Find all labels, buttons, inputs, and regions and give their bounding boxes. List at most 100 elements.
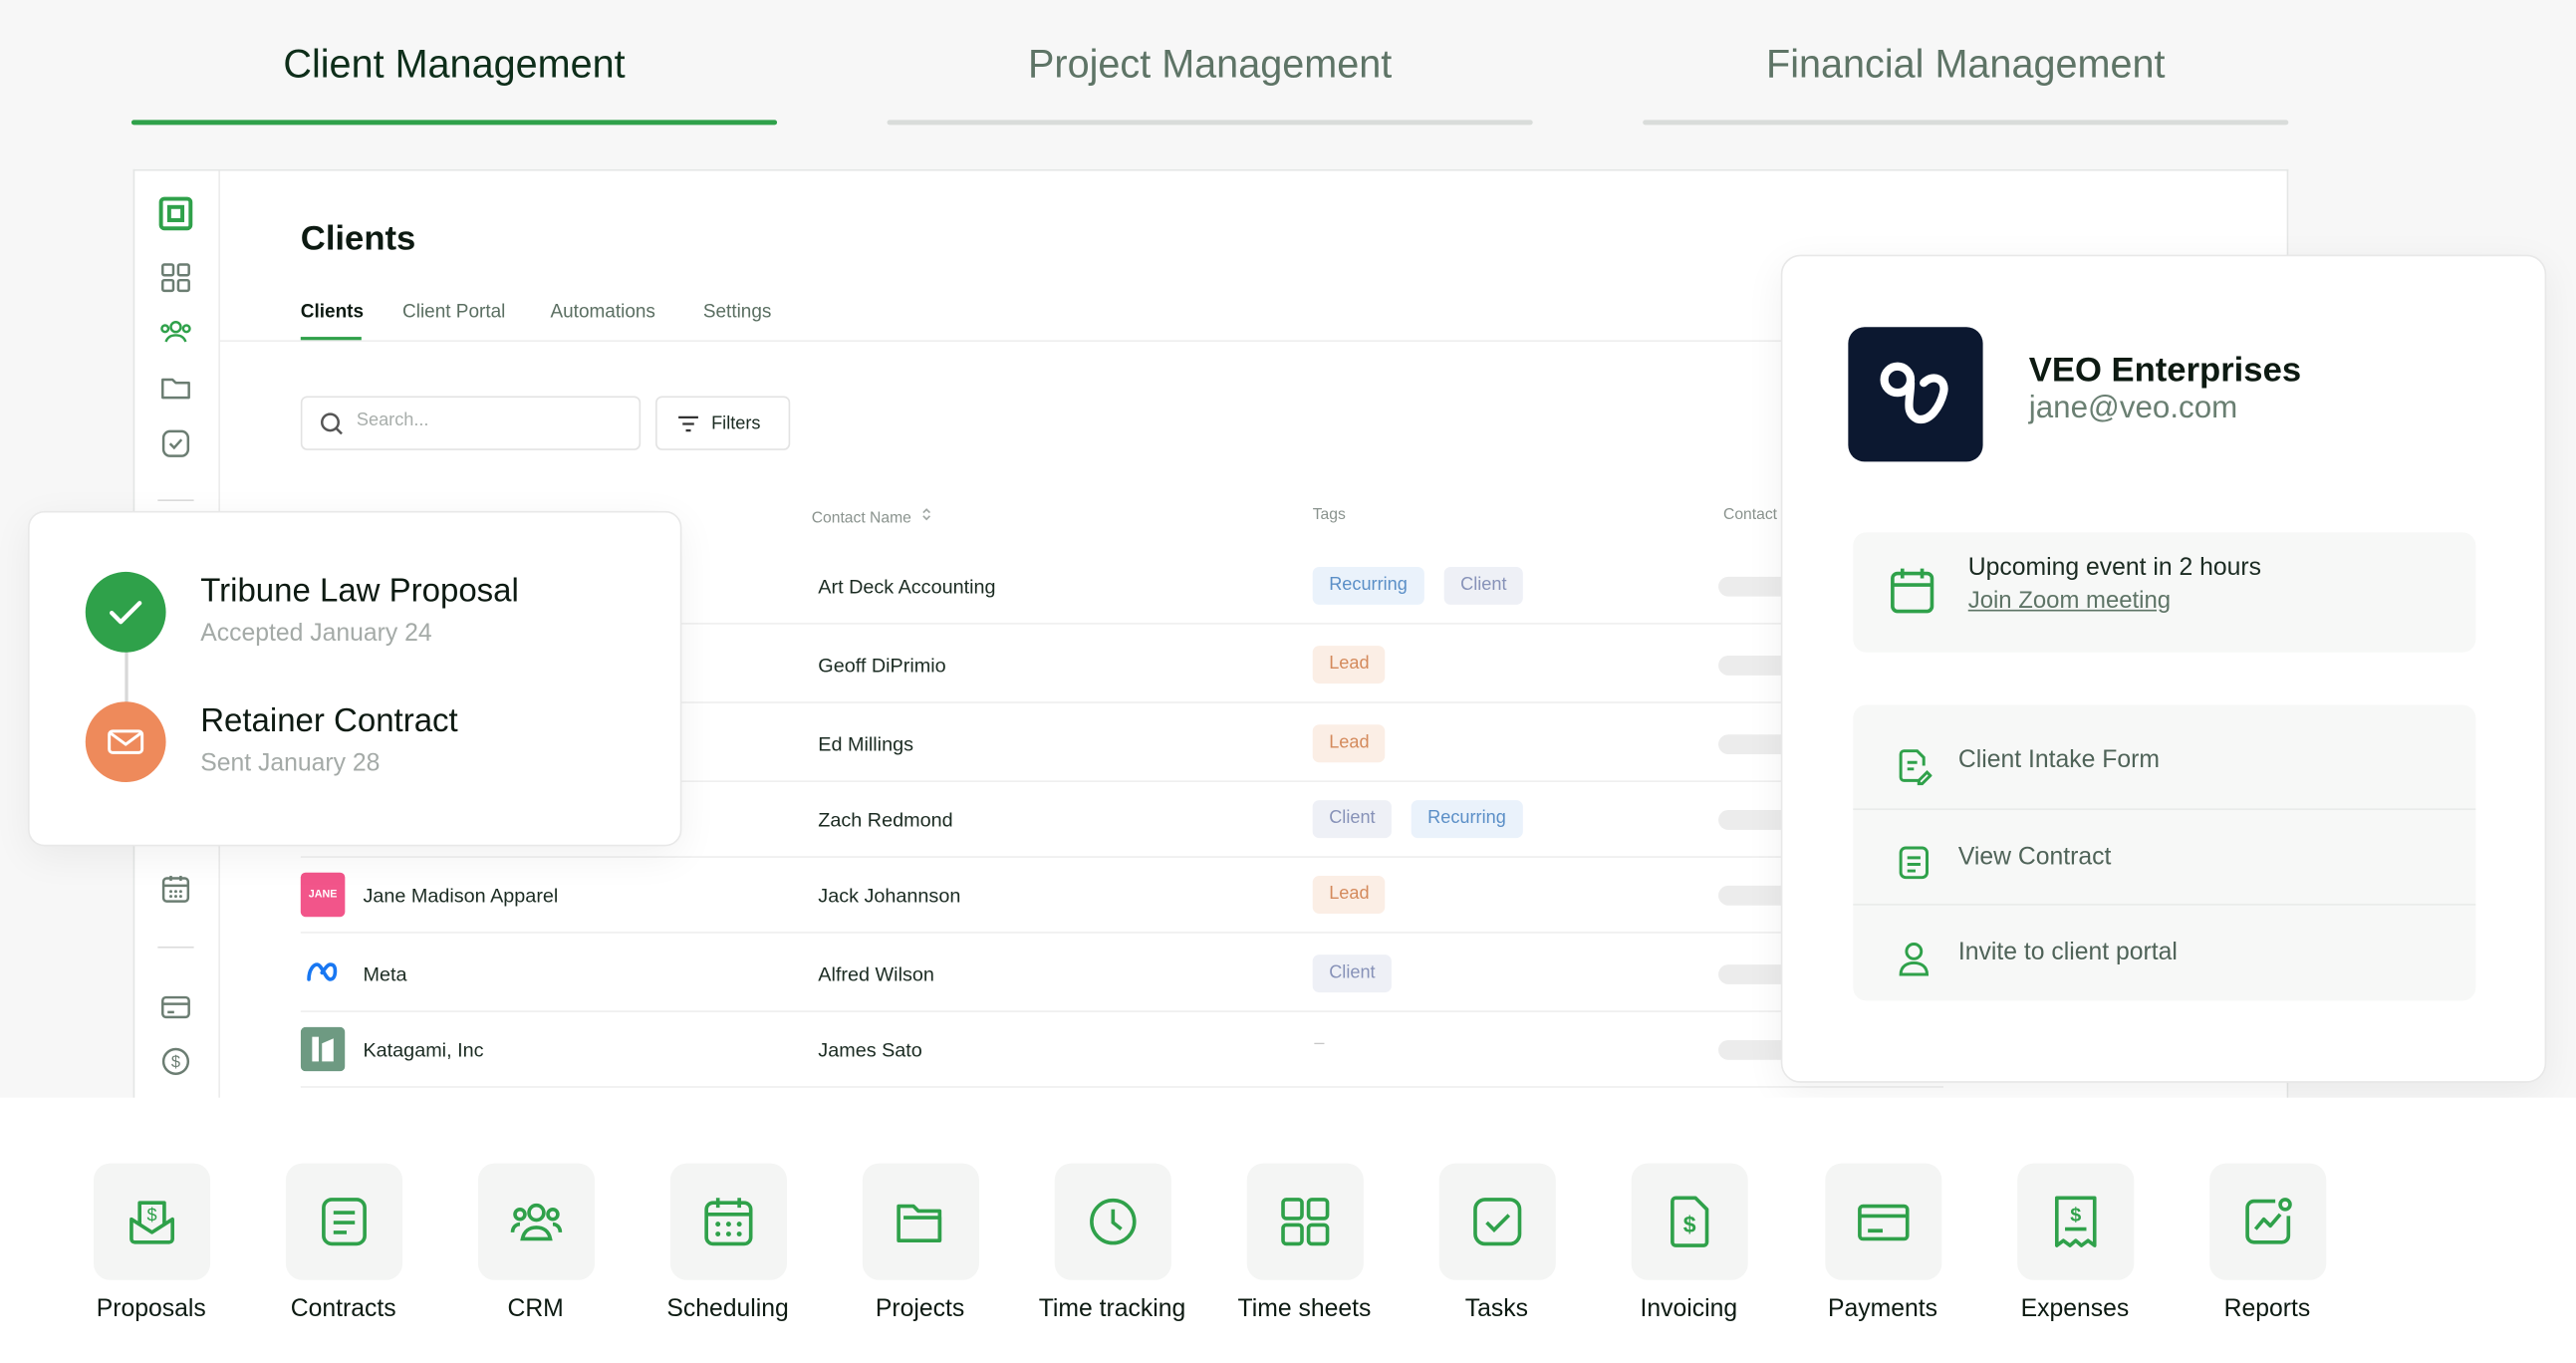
contact-name: Ed Millings	[818, 732, 914, 756]
feature-tile	[477, 1163, 596, 1280]
svg-text:$: $	[171, 1053, 180, 1071]
client-name: Katagami, Inc	[363, 1038, 484, 1062]
contact-name: Jack Johannson	[818, 884, 961, 908]
stage: Client Management Project Management Fin…	[0, 0, 2576, 1363]
proposal-title[interactable]: Tribune Law Proposal	[200, 574, 519, 612]
check-icon	[110, 601, 142, 625]
tab-label: Financial Management	[1766, 42, 2166, 88]
sidebar-divider	[157, 946, 194, 949]
tag-recurring: Recurring	[1411, 800, 1523, 839]
tab-financial-management[interactable]: Financial Management	[1643, 42, 2289, 126]
projects-icon	[897, 1204, 942, 1242]
client-name: VEO Enterprises	[2028, 351, 2302, 390]
contact-name: Art Deck Accounting	[818, 575, 996, 599]
tag-lead: Lead	[1312, 724, 1387, 763]
col-contact[interactable]: Contact	[1723, 506, 1777, 524]
action-client-intake-form[interactable]: Client Intake Form	[1853, 713, 2475, 809]
payments-icon	[1858, 1204, 1910, 1241]
client-name: Meta	[363, 962, 407, 986]
grid-icon	[1281, 1198, 1330, 1246]
filters-label: Filters	[711, 413, 761, 434]
feature-tile: $	[94, 1163, 211, 1280]
proposals-icon: $	[129, 1201, 174, 1244]
event-title: Upcoming event in 2 hours	[1967, 553, 2262, 582]
tag-recurring: Recurring	[1312, 566, 1424, 605]
feature-tile: $	[1631, 1163, 1748, 1280]
status-accepted	[85, 571, 166, 653]
tab-underline	[1643, 120, 2289, 126]
tag-lead: Lead	[1312, 646, 1387, 684]
action-view-contract[interactable]: View Contract	[1853, 808, 2476, 904]
svg-text:$: $	[1683, 1212, 1696, 1237]
svg-text:$: $	[147, 1205, 157, 1225]
filters-button[interactable]: Filters	[655, 396, 791, 450]
action-label: Invite to client portal	[1957, 938, 2178, 966]
sidebar-divider	[157, 499, 194, 502]
folder-icon[interactable]	[157, 370, 193, 406]
katagami-logo-icon	[300, 1026, 346, 1072]
feature-tile	[1825, 1163, 1942, 1280]
mail-icon	[108, 729, 144, 754]
card-icon[interactable]	[157, 989, 193, 1025]
filter-icon	[678, 415, 698, 432]
table-row[interactable]: JANE Jane Madison Apparel Jack Johannson…	[300, 856, 1944, 934]
table-row[interactable]: Meta Alfred Wilson Client	[300, 935, 1944, 1012]
tab-underline	[130, 120, 778, 126]
proposal-status-card: Tribune Law Proposal Accepted January 24…	[28, 510, 682, 847]
dollar-icon[interactable]: $	[157, 1043, 193, 1079]
tab-underline	[887, 120, 1533, 126]
action-invite-client-portal[interactable]: Invite to client portal	[1853, 904, 2476, 999]
client-actions: Client Intake Form View Contract Invite …	[1853, 704, 2476, 1001]
tab-client-management[interactable]: Client Management	[130, 43, 778, 126]
feature-tile	[1246, 1163, 1364, 1280]
reports-icon	[2245, 1198, 2292, 1244]
contact-name: James Sato	[818, 1038, 922, 1062]
proposal-subtitle: Accepted January 24	[200, 619, 432, 648]
task-check-icon[interactable]	[157, 425, 193, 461]
join-zoom-link[interactable]: Join Zoom meeting	[1968, 588, 2171, 614]
feature-tile	[285, 1163, 403, 1280]
col-label: Contact Name	[811, 509, 911, 528]
tag-lead: Lead	[1312, 876, 1387, 914]
crm-icon	[510, 1203, 563, 1241]
subtab-clients[interactable]: Clients	[301, 302, 364, 322]
col-tags[interactable]: Tags	[1313, 506, 1346, 524]
search-icon	[321, 412, 343, 435]
search-box[interactable]	[300, 396, 642, 450]
client-name: Jane Madison Apparel	[363, 884, 559, 908]
tag-client: Client	[1312, 800, 1393, 839]
feature-tile	[2209, 1163, 2327, 1280]
table-row[interactable]: Katagami, Inc James Sato –	[300, 1010, 1944, 1088]
veo-logo-icon	[1880, 362, 1948, 424]
feature-tile: $	[2017, 1163, 2135, 1280]
svg-text:$: $	[2070, 1204, 2081, 1226]
col-contact-name[interactable]: Contact Name	[812, 506, 934, 527]
contact-name: Alfred Wilson	[818, 962, 934, 986]
clock-icon	[1090, 1198, 1137, 1245]
contract-icon	[1899, 846, 1929, 880]
subtab-settings[interactable]: Settings	[703, 302, 772, 322]
tab-label: Project Management	[1028, 42, 1393, 88]
logo-icon[interactable]	[157, 195, 193, 231]
client-detail-card: VEO Enterprises jane@veo.com Upcoming ev…	[1780, 254, 2547, 1083]
contract-subtitle: Sent January 28	[200, 749, 381, 778]
clients-icon[interactable]	[157, 314, 193, 350]
contracts-icon	[322, 1198, 367, 1246]
page-title: Clients	[300, 219, 416, 258]
tasks-icon	[1473, 1198, 1522, 1246]
upcoming-event: Upcoming event in 2 hours Join Zoom meet…	[1853, 532, 2476, 653]
dashboard-grid-icon[interactable]	[157, 260, 193, 296]
invoice-icon: $	[1671, 1196, 1709, 1247]
feature-tile	[1054, 1163, 1171, 1280]
subtab-client-portal[interactable]: Client Portal	[402, 302, 505, 322]
tab-project-management[interactable]: Project Management	[887, 42, 1533, 126]
search-input[interactable]	[356, 410, 620, 431]
tag-client: Client	[1312, 954, 1393, 993]
feature-tile	[1438, 1163, 1556, 1280]
subtab-automations[interactable]: Automations	[550, 302, 654, 322]
calendar-icon[interactable]	[157, 871, 193, 907]
feature-reports[interactable]: Reports	[2152, 1163, 2382, 1344]
client-email[interactable]: jane@veo.com	[2029, 392, 2238, 427]
user-icon	[1899, 942, 1929, 976]
contract-title[interactable]: Retainer Contract	[200, 703, 458, 741]
